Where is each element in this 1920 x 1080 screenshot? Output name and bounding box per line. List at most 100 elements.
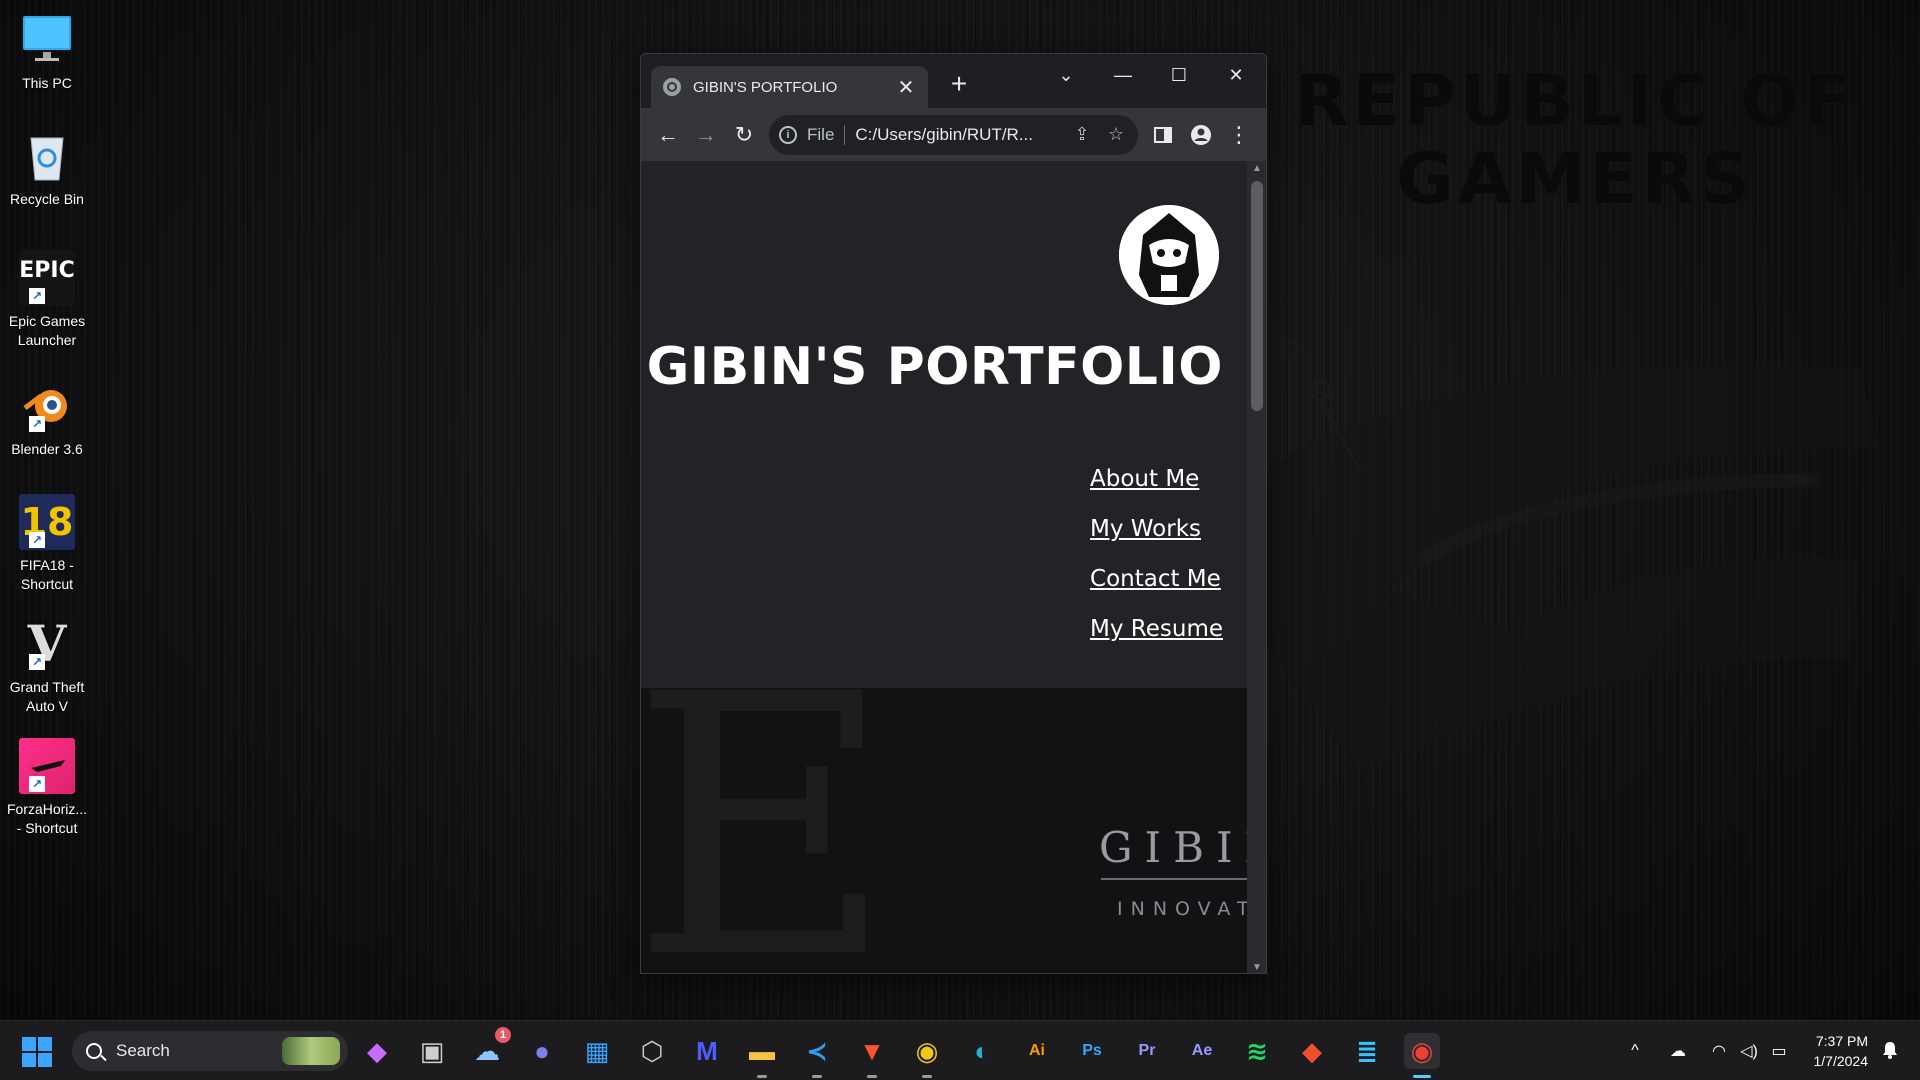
epic-games-logo-text: EPIC <box>19 258 75 283</box>
info-icon[interactable]: i <box>779 125 797 144</box>
store-icon: ▦ <box>584 1035 610 1066</box>
tray-chevron-icon[interactable]: ^ <box>1620 1042 1650 1060</box>
scroll-thumb[interactable] <box>1251 181 1263 411</box>
taskbar-app-chrome[interactable]: ◉ <box>909 1033 945 1078</box>
browser-toolbar: ← → ↻ i File C:/Users/gibin/RUT/R... ⇪ ☆… <box>641 108 1266 161</box>
avatar[interactable] <box>1119 205 1219 305</box>
taskbar-app-notepad[interactable]: ≣ <box>1349 1033 1385 1069</box>
taskbar-app-mathcad[interactable]: M <box>689 1033 725 1069</box>
taskbar-app-file-explorer[interactable]: ▬ <box>744 1033 780 1078</box>
nav-link-contact-me[interactable]: Contact Me <box>1090 566 1223 592</box>
desktop-icon-fifa18[interactable]: 18 ↗ FIFA18 - Shortcut <box>4 494 90 594</box>
running-indicator <box>1413 1075 1431 1078</box>
brave-icon: ▼ <box>859 1035 885 1066</box>
desktop-icon-forza[interactable]: ↗ ForzaHoriz... - Shortcut <box>4 738 90 838</box>
banner-monogram: E <box>641 688 894 974</box>
close-window-button[interactable]: ✕ <box>1216 60 1256 90</box>
shortcut-arrow-icon: ↗ <box>29 654 45 670</box>
monitor-icon <box>19 12 75 68</box>
forward-button[interactable]: → <box>687 116 725 154</box>
battery-icon[interactable]: ▭ <box>1764 1041 1794 1061</box>
taskbar-search[interactable]: Search <box>72 1031 348 1071</box>
address-url[interactable]: C:/Users/gibin/RUT/R... <box>855 125 1060 145</box>
onedrive-icon[interactable]: ☁ <box>1660 1041 1696 1061</box>
nav-link-about-me[interactable]: About Me <box>1090 466 1223 492</box>
file-explorer-icon: ▬ <box>749 1035 775 1066</box>
volume-icon[interactable]: ◁) <box>1734 1041 1764 1061</box>
profile-icon[interactable] <box>1182 116 1220 154</box>
taskbar-app-weather[interactable]: ☁ 1 <box>469 1027 511 1069</box>
address-bar[interactable]: i File C:/Users/gibin/RUT/R... ⇪ ☆ <box>769 114 1138 155</box>
taskbar-app-illustrator[interactable]: Ai <box>1019 1033 1055 1069</box>
start-button[interactable] <box>22 1037 52 1067</box>
browser-tabbar: GIBIN'S PORTFOLIO ✕ + ⌄ — ☐ ✕ <box>641 54 1266 108</box>
share-icon[interactable]: ⇪ <box>1070 124 1094 145</box>
taskbar-app-edge[interactable]: ◐ <box>964 1033 1000 1069</box>
desktop-icon-this-pc[interactable]: This PC <box>4 12 90 93</box>
taskbar-app-store[interactable]: ▦ <box>579 1033 615 1069</box>
portfolio-header: GIBIN'S PORTFOLIO About Me My Works Cont… <box>641 161 1247 688</box>
taskbar-app-chrome-active[interactable]: ◉ <box>1404 1033 1440 1078</box>
notification-badge: 1 <box>495 1027 511 1043</box>
desktop-icon-label: This PC <box>22 75 72 91</box>
banner-divider <box>1101 878 1247 880</box>
clock-time: 7:37 PM <box>1815 1033 1868 1049</box>
scroll-up-icon[interactable]: ▲ <box>1247 163 1266 174</box>
side-panel-icon[interactable] <box>1144 116 1182 154</box>
running-indicator <box>757 1075 767 1078</box>
fifa-logo-text: 18 <box>20 500 74 544</box>
nav-link-my-resume[interactable]: My Resume <box>1090 616 1223 642</box>
minimize-button[interactable]: — <box>1103 60 1143 90</box>
taskbar-app-spotify[interactable]: ≋ <box>1239 1033 1275 1069</box>
desktop-icon-recycle-bin[interactable]: Recycle Bin <box>4 128 90 209</box>
back-button[interactable]: ← <box>649 116 687 154</box>
taskbar-app-teams[interactable]: ● <box>524 1033 560 1069</box>
illustrator-icon: Ai <box>1029 1042 1045 1059</box>
running-indicator <box>812 1075 822 1078</box>
more-menu-icon[interactable]: ⋮ <box>1220 116 1258 154</box>
tab-search-button[interactable]: ⌄ <box>1046 60 1086 90</box>
banner-brand-tagline: INNOVAT <box>1117 898 1247 920</box>
desktop-icon-epic-games[interactable]: EPIC ↗ Epic Games Launcher <box>4 250 90 350</box>
notepad-icon: ≣ <box>1356 1035 1378 1066</box>
notification-bell-icon[interactable] <box>1882 1041 1900 1061</box>
page-scrollbar[interactable]: ▲ ▼ <box>1247 161 1266 973</box>
taskbar-app-photoshop[interactable]: Ps <box>1074 1033 1110 1069</box>
tab-close-icon[interactable]: ✕ <box>896 75 916 100</box>
system-tray: ^ ☁ ◠ ◁) ▭ <box>1620 1021 1794 1080</box>
brand-banner: E GIBIN INNOVAT <box>641 688 1247 974</box>
taskbar-app-vscode[interactable]: ≺ <box>799 1033 835 1078</box>
reload-button[interactable]: ↻ <box>725 116 763 154</box>
new-tab-button[interactable]: + <box>941 68 977 100</box>
tab-title: GIBIN'S PORTFOLIO <box>693 78 838 96</box>
bookmark-star-icon[interactable]: ☆ <box>1104 124 1128 145</box>
maximize-button[interactable]: ☐ <box>1159 60 1199 90</box>
gta-icon: V ↗ <box>19 616 75 672</box>
taskbar-app-premiere[interactable]: Pr <box>1129 1033 1165 1069</box>
running-indicator <box>922 1075 932 1078</box>
browser-window[interactable]: GIBIN'S PORTFOLIO ✕ + ⌄ — ☐ ✕ ← → ↻ i Fi… <box>640 53 1267 974</box>
copilot-icon: ◆ <box>367 1035 387 1066</box>
wifi-icon[interactable]: ◠ <box>1704 1041 1734 1061</box>
shortcut-arrow-icon: ↗ <box>29 532 45 548</box>
wallpaper-text: REPUBLIC OF GAMERS <box>1265 62 1885 218</box>
desktop-icon-gta-v[interactable]: V ↗ Grand Theft Auto V <box>4 616 90 716</box>
task-view-icon: ▣ <box>419 1035 445 1066</box>
nav-link-my-works[interactable]: My Works <box>1090 516 1223 542</box>
desktop-icon-blender[interactable]: ↗ Blender 3.6 <box>4 378 90 459</box>
taskbar-app-after-effects[interactable]: Ae <box>1184 1033 1220 1069</box>
shortcut-arrow-icon: ↗ <box>29 288 45 304</box>
epic-games-icon: EPIC ↗ <box>19 250 75 306</box>
clock[interactable]: 7:37 PM 1/7/2024 <box>1814 1031 1869 1071</box>
taskbar-app-copilot[interactable]: ◆ <box>359 1033 395 1069</box>
taskbar-app-unity[interactable]: ⬡ <box>634 1033 670 1069</box>
scroll-down-icon[interactable]: ▼ <box>1247 962 1266 973</box>
banner-brand-name: GIBIN <box>1099 823 1247 872</box>
gta-logo-text: V <box>27 614 67 673</box>
taskbar-app-brave[interactable]: ▼ <box>854 1033 890 1078</box>
desktop-icon-label: Epic Games Launcher <box>8 313 86 348</box>
taskbar-app-task-view[interactable]: ▣ <box>414 1033 450 1069</box>
search-icon <box>86 1043 102 1059</box>
tab-portfolio[interactable]: GIBIN'S PORTFOLIO ✕ <box>651 66 928 108</box>
taskbar-app-git[interactable]: ◆ <box>1294 1033 1330 1069</box>
